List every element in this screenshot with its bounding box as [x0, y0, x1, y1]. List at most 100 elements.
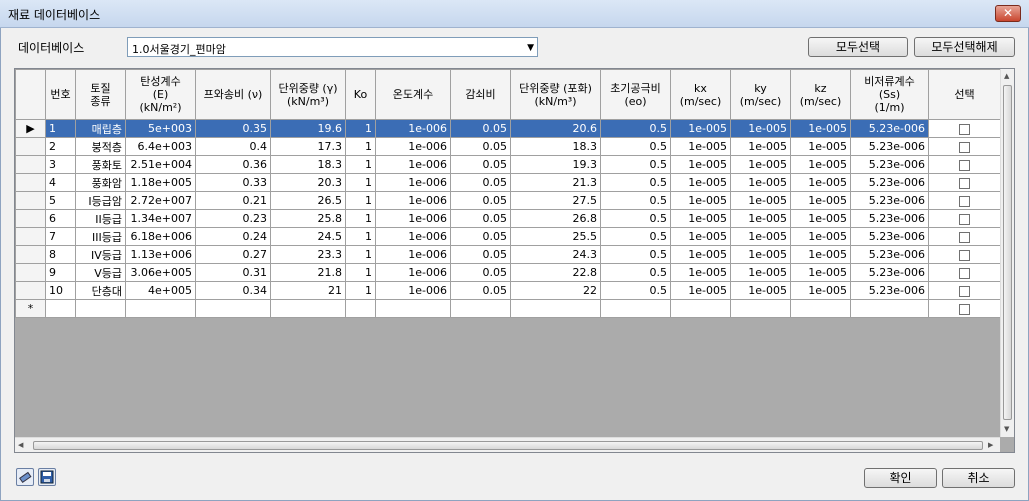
cell-damping[interactable]: 0.05 [450, 263, 511, 282]
ok-button[interactable]: 확인 [864, 468, 937, 488]
row-header[interactable] [15, 227, 46, 246]
table-row[interactable]: 2 붕적층 6.4e+003 0.4 17.3 1 1e-006 0.05 18.3 0.5 1e-… [15, 137, 1001, 156]
row-header[interactable] [15, 173, 46, 192]
cell-kx[interactable]: 1e-005 [670, 191, 731, 210]
cell-soil[interactable]: V등급 [75, 263, 126, 282]
cell-kz[interactable]: 1e-005 [790, 227, 851, 246]
cell-temp[interactable]: 1e-006 [375, 209, 451, 228]
cell-ko[interactable]: 1 [345, 119, 376, 138]
col-kz[interactable]: kz (m/sec) [790, 69, 851, 120]
close-button[interactable]: ✕ [995, 5, 1021, 22]
table-row[interactable]: 3 풍화토 2.51e+004 0.36 18.3 1 1e-006 0.05 19.3 0.5 1… [15, 155, 1001, 174]
cell-kx[interactable]: 1e-005 [670, 209, 731, 228]
cell-unit-weight[interactable]: 21 [270, 281, 346, 300]
cell-void[interactable]: 0.5 [600, 245, 671, 264]
cell-ko[interactable]: 1 [345, 281, 376, 300]
cell-ko[interactable]: 1 [345, 155, 376, 174]
deselect-all-button[interactable]: 모두선택해제 [914, 37, 1015, 57]
cell-void[interactable]: 0.5 [600, 263, 671, 282]
cell-ky[interactable]: 1e-005 [730, 263, 791, 282]
cell-temp[interactable]: 1e-006 [375, 245, 451, 264]
empty-cell[interactable] [270, 299, 346, 318]
save-icon[interactable] [38, 468, 56, 486]
col-unit-weight[interactable]: 단위중량 (γ) (kN/m³) [270, 69, 346, 120]
cell-no[interactable]: 10 [45, 281, 76, 300]
cell-sat-weight[interactable]: 27.5 [510, 191, 601, 210]
table-row[interactable]: 10 단층대 4e+005 0.34 21 1 1e-006 0.05 22 0.5 1e-005 1… [15, 281, 1001, 300]
cell-no[interactable]: 1 [45, 119, 76, 138]
cell-sat-weight[interactable]: 20.6 [510, 119, 601, 138]
cell-ky[interactable]: 1e-005 [730, 173, 791, 192]
empty-cell[interactable] [450, 299, 511, 318]
cell-void[interactable]: 0.5 [600, 173, 671, 192]
cell-soil[interactable]: 붕적층 [75, 137, 126, 156]
cell-no[interactable]: 3 [45, 155, 76, 174]
cell-unit-weight[interactable]: 21.8 [270, 263, 346, 282]
cell-ko[interactable]: 1 [345, 173, 376, 192]
cell-elastic[interactable]: 3.06e+005 [125, 263, 196, 282]
row-header[interactable] [15, 191, 46, 210]
cell-storage[interactable]: 5.23e-006 [850, 227, 929, 246]
cell-no[interactable]: 7 [45, 227, 76, 246]
select-checkbox[interactable] [959, 213, 970, 225]
cell-kx[interactable]: 1e-005 [670, 173, 731, 192]
select-all-button[interactable]: 모두선택 [808, 37, 908, 57]
col-soil[interactable]: 토질 종류 [75, 69, 126, 120]
cancel-button[interactable]: 취소 [942, 468, 1015, 488]
cell-no[interactable]: 8 [45, 245, 76, 264]
select-checkbox[interactable] [959, 141, 970, 153]
material-grid[interactable]: 번호 토질 종류 탄성계수 (E) (kN/m²) 프와송비 (ν) 단위중량 (γ)… [14, 68, 1015, 453]
cell-void[interactable]: 0.5 [600, 119, 671, 138]
cell-soil[interactable]: I등급암 [75, 191, 126, 210]
cell-ky[interactable]: 1e-005 [730, 209, 791, 228]
cell-storage[interactable]: 5.23e-006 [850, 263, 929, 282]
cell-ky[interactable]: 1e-005 [730, 281, 791, 300]
cell-kz[interactable]: 1e-005 [790, 155, 851, 174]
cell-poisson[interactable]: 0.21 [195, 191, 271, 210]
row-header[interactable] [15, 209, 46, 228]
select-checkbox[interactable] [959, 285, 970, 297]
scroll-down-icon[interactable]: ▼ [1004, 425, 1009, 433]
row-header[interactable] [15, 245, 46, 264]
cell-storage[interactable]: 5.23e-006 [850, 155, 929, 174]
cell-temp[interactable]: 1e-006 [375, 227, 451, 246]
cell-sat-weight[interactable]: 22 [510, 281, 601, 300]
cell-damping[interactable]: 0.05 [450, 281, 511, 300]
cell-storage[interactable]: 5.23e-006 [850, 119, 929, 138]
cell-ky[interactable]: 1e-005 [730, 245, 791, 264]
col-void[interactable]: 초기공극비 (eo) [600, 69, 671, 120]
chevron-down-icon[interactable]: ▼ [527, 43, 534, 53]
cell-elastic[interactable]: 4e+005 [125, 281, 196, 300]
row-header[interactable]: ▶ [15, 119, 46, 138]
cell-poisson[interactable]: 0.35 [195, 119, 271, 138]
cell-kx[interactable]: 1e-005 [670, 245, 731, 264]
empty-cell[interactable] [600, 299, 671, 318]
cell-temp[interactable]: 1e-006 [375, 155, 451, 174]
col-damping[interactable]: 감쇠비 [450, 69, 511, 120]
cell-kz[interactable]: 1e-005 [790, 281, 851, 300]
cell-no[interactable]: 4 [45, 173, 76, 192]
cell-temp[interactable]: 1e-006 [375, 173, 451, 192]
empty-cell[interactable] [730, 299, 791, 318]
col-temp[interactable]: 온도계수 [375, 69, 451, 120]
cell-storage[interactable]: 5.23e-006 [850, 173, 929, 192]
cell-ko[interactable]: 1 [345, 137, 376, 156]
cell-damping[interactable]: 0.05 [450, 227, 511, 246]
cell-ky[interactable]: 1e-005 [730, 155, 791, 174]
vertical-scrollbar[interactable]: ▲ ▼ [1000, 69, 1014, 437]
col-kx[interactable]: kx (m/sec) [670, 69, 731, 120]
cell-elastic[interactable]: 6.4e+003 [125, 137, 196, 156]
cell-storage[interactable]: 5.23e-006 [850, 245, 929, 264]
cell-kz[interactable]: 1e-005 [790, 173, 851, 192]
horizontal-scrollbar[interactable]: ◀ ▶ [15, 437, 1000, 452]
cell-soil[interactable]: 풍화토 [75, 155, 126, 174]
cell-unit-weight[interactable]: 26.5 [270, 191, 346, 210]
cell-void[interactable]: 0.5 [600, 209, 671, 228]
cell-kx[interactable]: 1e-005 [670, 227, 731, 246]
scroll-left-icon[interactable]: ◀ [18, 441, 23, 449]
eraser-icon[interactable] [16, 468, 34, 486]
empty-cell[interactable] [345, 299, 376, 318]
cell-kz[interactable]: 1e-005 [790, 245, 851, 264]
cell-poisson[interactable]: 0.31 [195, 263, 271, 282]
cell-unit-weight[interactable]: 25.8 [270, 209, 346, 228]
